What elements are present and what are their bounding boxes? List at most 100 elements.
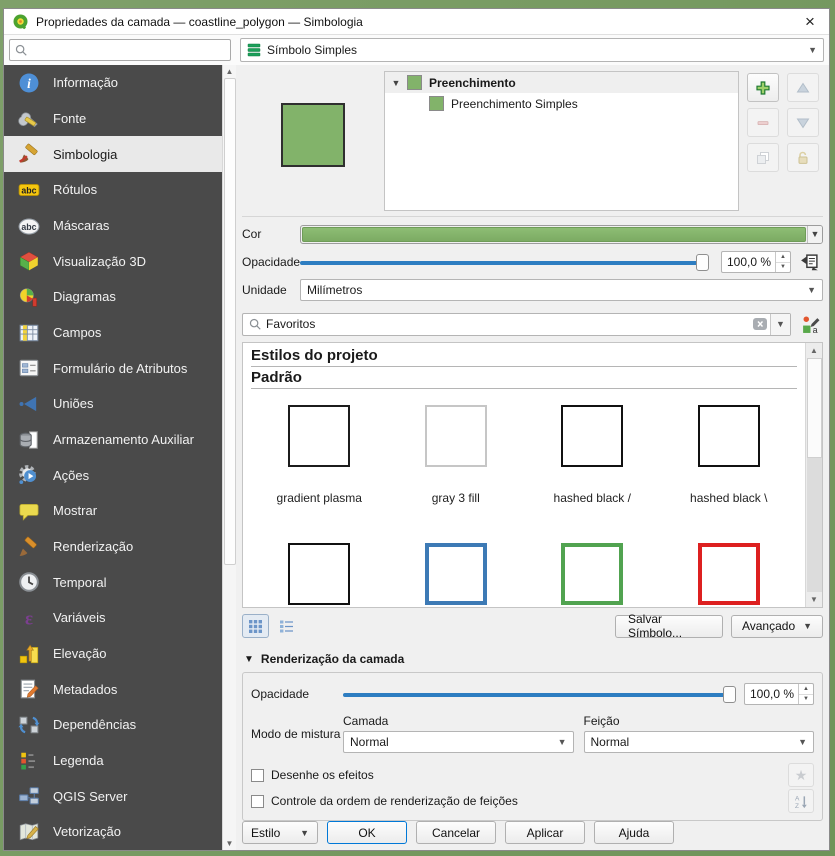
tree-row-fill[interactable]: ▼ Preenchimento: [385, 72, 738, 93]
spin-buttons[interactable]: ▲▼: [775, 252, 790, 272]
chevron-down-icon: ▼: [552, 737, 567, 747]
sidebar-item-mostrar[interactable]: Mostrar: [4, 493, 222, 529]
add-symbol-layer-button[interactable]: [747, 73, 779, 102]
clear-icon: [752, 317, 768, 331]
preset-outline-green[interactable]: [524, 505, 661, 605]
heading-default: Padrão: [251, 369, 797, 389]
sidebar-item-informacao[interactable]: i Informação: [4, 65, 222, 101]
opacity-spinbox[interactable]: 100,0 % ▲▼: [721, 251, 791, 273]
cancel-button[interactable]: Cancelar: [416, 821, 496, 844]
sidebar-item-formulario-de-atributos[interactable]: Formulário de Atributos: [4, 350, 222, 386]
properties-search-field[interactable]: [28, 43, 226, 57]
scroll-up-icon[interactable]: ▲: [226, 65, 234, 78]
data-defined-override-button[interactable]: [797, 250, 823, 274]
preset-outline-red[interactable]: [661, 505, 798, 605]
remove-symbol-layer-button[interactable]: [747, 108, 779, 137]
move-up-button[interactable]: [787, 73, 819, 102]
layer-opacity-spinbox[interactable]: 100,0 % ▲▼: [744, 683, 814, 705]
sidebar-item-metadados[interactable]: Metadados: [4, 671, 222, 707]
lock-color-button[interactable]: [787, 143, 819, 172]
layer-rendering-header[interactable]: ▼ Renderização da camada: [242, 648, 823, 670]
window-title: Propriedades da camada — coastline_polyg…: [36, 15, 363, 29]
preset-hashed-black-forward[interactable]: hashed black /: [524, 391, 661, 505]
labels-icon: abc: [18, 179, 40, 201]
sidebar-item-mascaras[interactable]: abc Máscaras: [4, 208, 222, 244]
tree-row-simple-fill[interactable]: Preenchimento Simples: [385, 93, 738, 114]
layer-opacity-slider[interactable]: [343, 685, 736, 703]
style-manager-button[interactable]: a: [797, 312, 823, 336]
layer-properties-dialog: Propriedades da camada — coastline_polyg…: [3, 8, 830, 851]
sidebar-item-rotulos[interactable]: abc Rótulos: [4, 172, 222, 208]
filter-dropdown-button[interactable]: ▼: [770, 314, 790, 335]
sidebar-item-elevacao[interactable]: Elevação: [4, 636, 222, 672]
sidebar-item-dependencias[interactable]: Dependências: [4, 707, 222, 743]
svg-text:a: a: [812, 324, 817, 333]
scroll-up-icon[interactable]: ▲: [810, 343, 818, 358]
advanced-button[interactable]: Avançado ▼: [731, 615, 823, 638]
slider-handle[interactable]: [696, 254, 709, 271]
clear-filter-button[interactable]: [750, 317, 770, 331]
sidebar-item-campos[interactable]: Campos: [4, 315, 222, 351]
feature-order-checkbox[interactable]: [251, 795, 264, 808]
layer-rendering-group: Opacidade 100,0 % ▲▼ Modo de mistura Cam: [242, 672, 823, 821]
duplicate-layer-button[interactable]: [747, 143, 779, 172]
ok-button[interactable]: OK: [327, 821, 407, 844]
list-view-button[interactable]: [273, 614, 300, 638]
arrow-down-icon: [795, 115, 811, 131]
sidebar-item-renderizacao[interactable]: Renderização: [4, 529, 222, 565]
sidebar-item-diagramas[interactable]: Diagramas: [4, 279, 222, 315]
preset-gradient-plasma[interactable]: gradient plasma: [251, 391, 388, 505]
style-filter-input[interactable]: Favoritos ▼: [242, 313, 791, 336]
preset-gray-3-fill[interactable]: gray 3 fill: [388, 391, 525, 505]
preset-hashed-black-backward[interactable]: hashed black \: [661, 391, 798, 505]
style-menu-button[interactable]: Estilo ▼: [242, 821, 318, 844]
close-button[interactable]: ×: [799, 13, 821, 30]
sidebar-item-simbologia[interactable]: Simbologia: [4, 136, 222, 172]
symbology-page: ▼ Preenchimento Preenchimento Simples: [236, 65, 829, 850]
sidebar-item-vetorizacao[interactable]: Vetorização: [4, 814, 222, 850]
move-down-button[interactable]: [787, 108, 819, 137]
sidebar-item-temporal[interactable]: Temporal: [4, 564, 222, 600]
apply-button[interactable]: Aplicar: [505, 821, 585, 844]
feature-order-label: Controle da ordem de renderização de fei…: [271, 794, 518, 808]
sidebar-item-qgis-server[interactable]: QGIS Server: [4, 778, 222, 814]
metadata-icon: [18, 678, 40, 700]
digitizing-icon: [18, 821, 40, 843]
sidebar-item-acoes[interactable]: Ações: [4, 457, 222, 493]
sidebar-item-legenda[interactable]: Legenda: [4, 743, 222, 779]
sidebar-item-fonte[interactable]: Fonte: [4, 101, 222, 137]
icon-view-button[interactable]: [242, 614, 269, 638]
preset-crosshatch-black[interactable]: [251, 505, 388, 605]
symbol-layer-tree[interactable]: ▼ Preenchimento Preenchimento Simples: [384, 71, 739, 211]
scroll-down-icon[interactable]: ▼: [810, 592, 818, 607]
sidebar: i Informação Fonte Simbologia abc Rótulo…: [4, 65, 222, 850]
tree-expander-icon[interactable]: ▼: [385, 78, 407, 88]
symbol-type-combobox[interactable]: Símbolo Simples ▼: [240, 38, 824, 62]
opacity-slider[interactable]: [300, 253, 709, 271]
unit-combobox[interactable]: Milímetros ▼: [300, 279, 823, 301]
sidebar-item-armazenamento-auxiliar[interactable]: Armazenamento Auxiliar: [4, 422, 222, 458]
effects-options-button[interactable]: ★: [788, 763, 814, 787]
color-dropdown-icon[interactable]: ▼: [807, 226, 822, 243]
diagrams-icon: [18, 286, 40, 308]
scroll-down-icon[interactable]: ▼: [226, 837, 234, 850]
save-symbol-button[interactable]: Salvar Símbolo...: [615, 615, 723, 638]
scrollbar-thumb[interactable]: [807, 358, 822, 458]
properties-search-input[interactable]: [9, 39, 231, 61]
style-panel-scrollbar[interactable]: ▲ ▼: [805, 343, 822, 607]
preset-outline-blue[interactable]: [388, 505, 525, 605]
svg-text:A: A: [794, 795, 799, 802]
help-button[interactable]: Ajuda: [594, 821, 674, 844]
sidebar-item-visualizacao-3d[interactable]: Visualização 3D: [4, 243, 222, 279]
draw-effects-checkbox[interactable]: [251, 769, 264, 782]
slider-handle[interactable]: [723, 686, 736, 703]
sidebar-scrollbar[interactable]: ▲ ▼: [222, 65, 236, 850]
spin-buttons[interactable]: ▲▼: [798, 684, 813, 704]
feature-order-options-button[interactable]: AZ: [788, 789, 814, 813]
sidebar-item-unioes[interactable]: Uniões: [4, 386, 222, 422]
sidebar-item-variaveis[interactable]: ε Variáveis: [4, 600, 222, 636]
blend-feature-combobox[interactable]: Normal ▼: [584, 731, 815, 753]
scrollbar-thumb[interactable]: [224, 78, 236, 565]
blend-layer-combobox[interactable]: Normal ▼: [343, 731, 574, 753]
color-button[interactable]: ▼: [300, 225, 823, 244]
